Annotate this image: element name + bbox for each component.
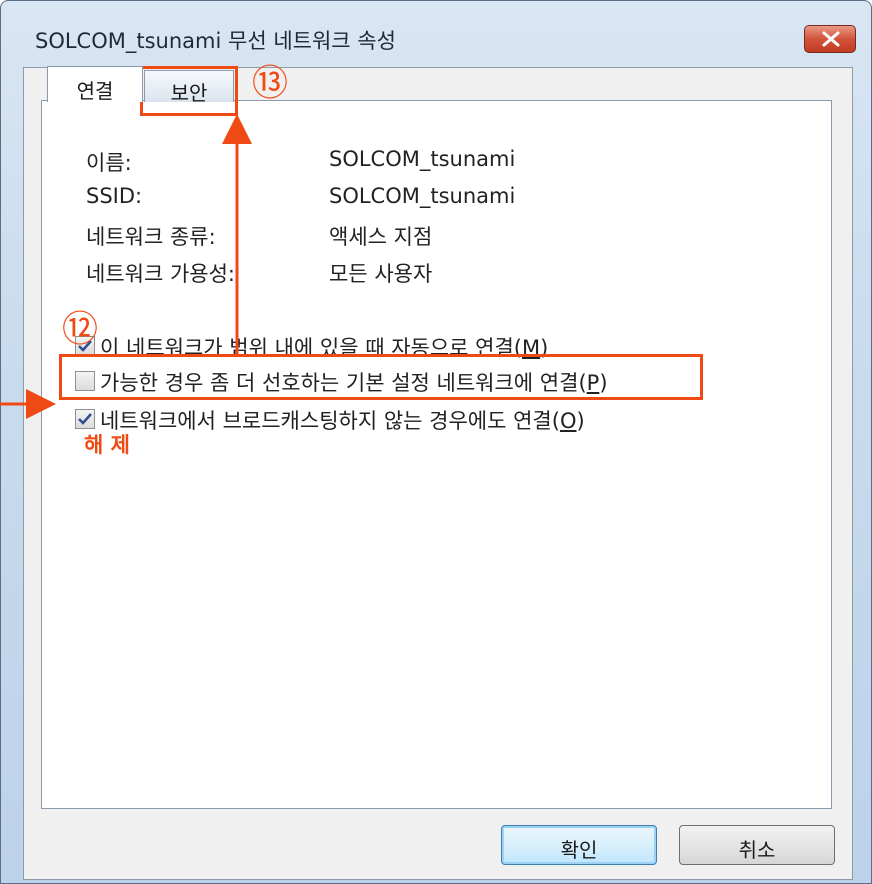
title-bar[interactable]: SOLCOM_tsunami 무선 네트워크 속성 [1, 1, 871, 67]
ssid-label: SSID: [86, 184, 143, 208]
cancel-button[interactable]: 취소 [679, 825, 835, 865]
ok-button[interactable]: 확인 [501, 825, 657, 865]
annotation-step-12: ⑫ [62, 309, 99, 350]
close-icon [822, 31, 840, 47]
annotation-box-security-tab [140, 66, 238, 116]
network-availability-value: 모든 사용자 [329, 262, 433, 286]
checkmark-icon [78, 413, 92, 425]
network-type-value: 액세스 지점 [329, 225, 433, 249]
network-availability-label: 네트워크 가용성: [86, 262, 235, 286]
name-label: 이름: [86, 151, 132, 175]
tab-connection[interactable]: 연결 [47, 66, 143, 103]
hidden-network-label[interactable]: 네트워크에서 브로드캐스팅하지 않는 경우에도 연결(O) [100, 405, 585, 435]
ssid-value: SOLCOM_tsunami [329, 184, 516, 208]
close-button[interactable] [804, 25, 856, 53]
window-title: SOLCOM_tsunami 무선 네트워크 속성 [35, 29, 396, 53]
annotation-note-uncheck: 해 제 [84, 433, 130, 457]
annotation-box-prefer-network [59, 354, 703, 400]
network-type-label: 네트워크 종류: [86, 225, 216, 249]
hidden-network-checkbox[interactable] [75, 409, 95, 429]
name-value: SOLCOM_tsunami [329, 147, 516, 171]
annotation-step-13: ⑬ [252, 63, 289, 104]
